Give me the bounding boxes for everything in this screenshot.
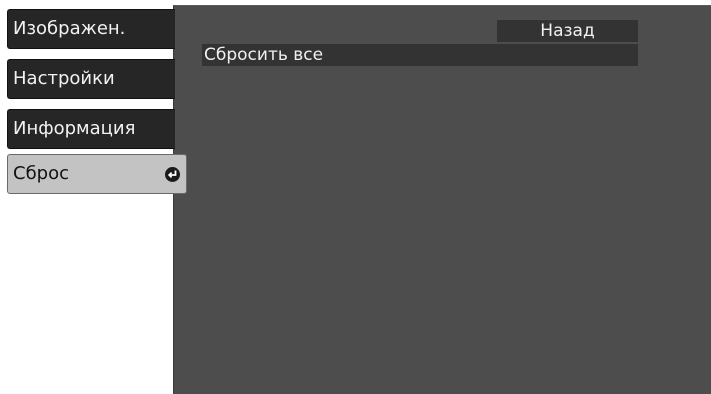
- sidebar-item-info[interactable]: Информация: [7, 109, 175, 149]
- reset-all-label: Сбросить все: [204, 45, 324, 65]
- sidebar-item-label: Информация: [13, 118, 136, 139]
- sidebar-item-reset[interactable]: Сброс: [7, 154, 187, 194]
- sidebar-item-image[interactable]: Изображен.: [7, 9, 175, 49]
- sidebar-item-label: Изображен.: [13, 18, 126, 39]
- sidebar-item-settings[interactable]: Настройки: [7, 59, 175, 99]
- projector-menu: Изображен. Настройки Информация Сброс На…: [0, 0, 711, 394]
- sidebar-item-label: Настройки: [13, 68, 115, 89]
- reset-all-item[interactable]: Сбросить все: [202, 44, 638, 66]
- sidebar-item-label: Сброс: [13, 163, 70, 184]
- enter-icon: [165, 167, 180, 182]
- back-button[interactable]: Назад: [497, 20, 638, 42]
